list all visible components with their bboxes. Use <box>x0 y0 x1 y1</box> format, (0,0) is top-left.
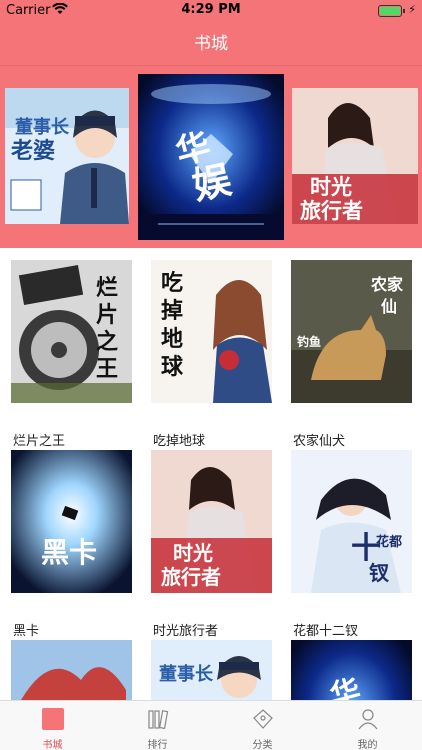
cover-art <box>11 640 132 700</box>
svg-text:仙: 仙 <box>381 297 397 316</box>
cover-art: 农家 仙 钓鱼 <box>291 260 412 403</box>
book-cover[interactable]: 十 花都 钗 <box>291 450 412 593</box>
cover-art: 黑卡 <box>11 450 132 593</box>
svg-text:地: 地 <box>161 326 183 352</box>
book-item[interactable] <box>11 640 132 700</box>
book-item[interactable]: 十 花都 钗 花都十二钗 <box>291 450 412 639</box>
tab-bar: 书城 排行 分类 我的 <box>0 700 422 750</box>
status-time: 4:29 PM <box>181 2 241 17</box>
tab-ranking[interactable]: 排行 <box>105 701 210 750</box>
cover-art: 十 花都 钗 <box>291 450 412 593</box>
charging-icon: ⚡ <box>408 3 416 16</box>
book-grid: 烂 片 之 王 烂片之王 吃 掉 地 球 吃掉地球 农家 仙 钓鱼 农家仙犬 黑… <box>0 248 422 700</box>
cover-art: 烂 片 之 王 <box>11 260 132 403</box>
book-cover[interactable] <box>11 640 132 700</box>
profile-icon <box>358 709 378 730</box>
svg-text:黑卡: 黑卡 <box>41 536 97 569</box>
svg-text:之: 之 <box>96 329 118 355</box>
svg-text:老婆: 老婆 <box>10 138 55 164</box>
cover-art: 华 <box>291 640 412 700</box>
book-cover[interactable]: 时光 旅行者 <box>151 450 272 593</box>
svg-text:王: 王 <box>96 356 118 382</box>
book-cover[interactable]: 黑卡 <box>11 450 132 593</box>
svg-text:旅行者: 旅行者 <box>300 198 363 223</box>
svg-text:钓鱼: 钓鱼 <box>297 334 321 349</box>
book-title[interactable]: 烂片之王 <box>13 430 65 449</box>
cover-art: 董事长 <box>151 640 272 700</box>
book-item[interactable]: 华 <box>291 640 412 700</box>
svg-text:董事长: 董事长 <box>15 116 70 138</box>
tab-bookstore[interactable]: 书城 <box>0 701 105 750</box>
svg-text:吃: 吃 <box>161 270 183 296</box>
tab-label: 书城 <box>42 740 63 750</box>
nav-bar: 书城 <box>0 22 422 66</box>
svg-text:花都: 花都 <box>376 534 402 550</box>
cover-art: 时光 旅行者 <box>151 450 272 593</box>
banner-cover-1[interactable]: 董事长 老婆 <box>5 88 129 224</box>
cover-art: 吃 掉 地 球 <box>151 260 272 403</box>
book-item[interactable]: 黑卡 黑卡 <box>11 450 132 639</box>
svg-text:钗: 钗 <box>369 561 390 585</box>
book-item[interactable]: 农家 仙 钓鱼 农家仙犬 <box>291 260 412 449</box>
book-item[interactable]: 吃 掉 地 球 吃掉地球 <box>151 260 272 449</box>
book-item[interactable]: 烂 片 之 王 烂片之王 <box>11 260 132 449</box>
tab-label: 我的 <box>357 740 378 750</box>
battery-tip <box>403 9 405 13</box>
book-cover[interactable]: 农家 仙 钓鱼 <box>291 260 412 403</box>
svg-text:旅行者: 旅行者 <box>161 565 221 589</box>
banner-carousel[interactable]: 董事长 老婆 华 娱 时光 旅行者 <box>0 66 422 248</box>
tab-category[interactable]: 分类 <box>210 701 315 750</box>
book-title[interactable]: 时光旅行者 <box>153 620 218 639</box>
bookstore-icon <box>42 708 64 730</box>
book-title[interactable]: 吃掉地球 <box>153 430 205 449</box>
cover-art: 时光 旅行者 <box>292 88 418 224</box>
status-bar: Carrier 4:29 PM ⚡ <box>0 0 422 22</box>
book-item[interactable]: 时光 旅行者 时光旅行者 <box>151 450 272 639</box>
tab-label: 分类 <box>252 740 273 750</box>
ranking-icon <box>148 710 169 730</box>
svg-text:片: 片 <box>96 302 118 328</box>
svg-text:掉: 掉 <box>161 298 183 324</box>
cover-art: 华 娱 <box>138 74 284 240</box>
banner-cover-3[interactable]: 时光 旅行者 <box>292 88 418 224</box>
cover-art: 董事长 老婆 <box>5 88 129 224</box>
book-title[interactable]: 农家仙犬 <box>293 430 345 449</box>
book-cover[interactable]: 董事长 <box>151 640 272 700</box>
tab-label: 排行 <box>147 740 168 750</box>
svg-text:时光: 时光 <box>173 541 213 565</box>
svg-text:烂: 烂 <box>96 275 118 301</box>
svg-text:球: 球 <box>161 354 184 380</box>
book-title[interactable]: 花都十二钗 <box>293 620 358 639</box>
banner-cover-2[interactable]: 华 娱 <box>138 74 284 240</box>
book-item[interactable]: 董事长 <box>151 640 272 700</box>
book-cover[interactable]: 华 <box>291 640 412 700</box>
svg-text:董事长: 董事长 <box>159 663 214 685</box>
tab-profile[interactable]: 我的 <box>315 701 420 750</box>
svg-text:时光: 时光 <box>310 174 352 199</box>
svg-text:农家: 农家 <box>370 275 404 294</box>
book-cover[interactable]: 烂 片 之 王 <box>11 260 132 403</box>
page-title: 书城 <box>194 34 228 54</box>
battery-icon <box>378 5 402 17</box>
category-icon <box>253 709 273 729</box>
book-title[interactable]: 黑卡 <box>13 620 39 639</box>
book-cover[interactable]: 吃 掉 地 球 <box>151 260 272 403</box>
